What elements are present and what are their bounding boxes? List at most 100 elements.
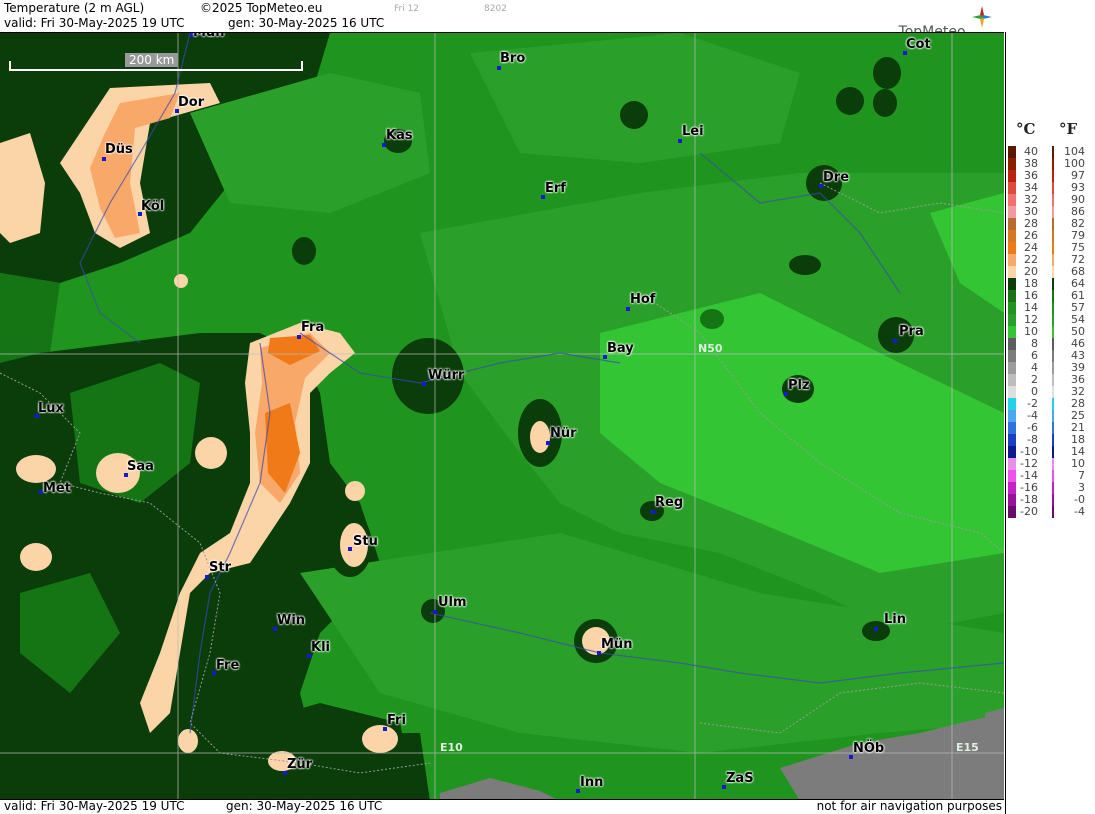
city-label: Fra [301, 320, 325, 335]
legend-swatch [1008, 206, 1016, 218]
legend-swatch-f [1052, 206, 1054, 218]
city-label: Cot [906, 37, 931, 52]
legend-swatch-f [1052, 350, 1054, 362]
city-marker [422, 382, 426, 386]
footer-gen-time: gen: 30-May-2025 16 UTC [226, 799, 383, 813]
faint-label-1: Fri 12 [394, 4, 420, 14]
legend-swatch-f [1052, 434, 1054, 446]
city-marker [433, 610, 437, 614]
legend-swatch [1008, 182, 1016, 194]
legend-swatch-f [1052, 326, 1054, 338]
legend-swatch [1008, 278, 1016, 290]
legend-swatch [1008, 326, 1016, 338]
legend-swatch [1008, 146, 1016, 158]
city-marker [678, 139, 682, 143]
legend-swatch-f [1052, 194, 1054, 206]
legend-fahrenheit-value: -4 [1074, 505, 1085, 518]
legend-swatch [1008, 230, 1016, 242]
legend-swatch [1008, 158, 1016, 170]
legend-swatch-f [1052, 410, 1054, 422]
city-label: Plz [788, 378, 810, 393]
city-marker [497, 66, 501, 70]
legend-swatch-f [1052, 218, 1054, 230]
legend-swatch-f [1052, 266, 1054, 278]
legend-unit-fahrenheit: °F [1059, 120, 1078, 138]
faint-label-2: 8202 [484, 4, 507, 14]
grid-label-e15: E15 [956, 741, 979, 754]
legend-swatch [1008, 314, 1016, 326]
legend-swatch [1008, 338, 1016, 350]
legend-swatch [1008, 422, 1016, 434]
city-label: Lin [884, 612, 906, 627]
city-marker [626, 307, 630, 311]
city-label: Reg [655, 495, 684, 510]
legend-swatch [1008, 470, 1016, 482]
city-label: Fre [216, 658, 240, 673]
map-footer: valid: Fri 30-May-2025 19 UTC gen: 30-Ma… [0, 799, 1004, 814]
city-marker [874, 627, 878, 631]
city-label: Inn [580, 775, 604, 790]
legend-swatch [1008, 242, 1016, 254]
city-marker [382, 143, 386, 147]
city-label: Str [209, 560, 231, 575]
city-label: Mün [601, 637, 633, 652]
map-title: Temperature (2 m AGL) [4, 1, 145, 15]
scale-label: 200 km [125, 53, 179, 67]
city-label: Hof [630, 292, 656, 307]
legend-swatch-f [1052, 422, 1054, 434]
city-label: Saa [127, 459, 154, 474]
city-label: Lux [38, 401, 64, 416]
legend-swatch [1008, 194, 1016, 206]
temperature-map[interactable]: 200 km N50 E10 E15 Mün Dor Düs Köl Bro C… [0, 32, 1004, 800]
footer-disclaimer: not for air navigation purposes [816, 799, 1002, 813]
city-label: Win [277, 613, 306, 628]
map-field [0, 33, 1004, 799]
legend-swatch-f [1052, 482, 1054, 494]
legend-swatch-f [1052, 254, 1054, 266]
legend-swatch [1008, 218, 1016, 230]
legend-swatch-f [1052, 146, 1054, 158]
legend-swatch [1008, 362, 1016, 374]
city-label: NÖb [853, 741, 885, 756]
legend-swatch [1008, 506, 1016, 518]
city-label: Pra [899, 324, 924, 339]
city-label: Kas [386, 128, 413, 143]
legend-swatch-f [1052, 362, 1054, 374]
city-label: ZaS [726, 771, 754, 786]
grid-label-e10: E10 [440, 741, 463, 754]
city-label: Kli [311, 640, 330, 655]
city-marker [102, 157, 106, 161]
city-label: Lei [682, 124, 704, 139]
legend-swatch-f [1052, 302, 1054, 314]
legend-celsius-value: -20 [1020, 505, 1038, 518]
city-label: Met [43, 481, 71, 496]
city-label: Köl [141, 199, 165, 214]
city-marker [297, 335, 301, 339]
city-label: Stu [353, 534, 378, 549]
legend-swatch [1008, 434, 1016, 446]
legend-swatch [1008, 266, 1016, 278]
city-label: Dre [823, 170, 850, 185]
city-marker [893, 339, 897, 343]
legend-swatch [1008, 386, 1016, 398]
city-label: Bro [500, 51, 526, 66]
copyright: ©2025 TopMeteo.eu [200, 1, 323, 15]
legend-swatch-f [1052, 458, 1054, 470]
city-marker [651, 510, 655, 514]
grid-label-n50: N50 [698, 342, 723, 355]
legend-swatch-f [1052, 494, 1054, 506]
valid-time: valid: Fri 30-May-2025 19 UTC [4, 16, 185, 30]
temperature-legend: °C °F 40 104 38 100 36 97 34 93 32 90 30 86 28 82 26 79… [1005, 32, 1095, 814]
legend-swatch-f [1052, 506, 1054, 518]
legend-unit-celsius: °C [1016, 120, 1036, 138]
city-label: Dor [178, 95, 205, 110]
legend-swatch [1008, 254, 1016, 266]
city-marker [546, 441, 550, 445]
compass-icon [972, 6, 992, 28]
legend-swatch [1008, 482, 1016, 494]
city-label: Bay [607, 341, 634, 356]
legend-swatch [1008, 290, 1016, 302]
legend-swatch-f [1052, 398, 1054, 410]
city-label: Erf [545, 181, 566, 196]
legend-swatch [1008, 170, 1016, 182]
